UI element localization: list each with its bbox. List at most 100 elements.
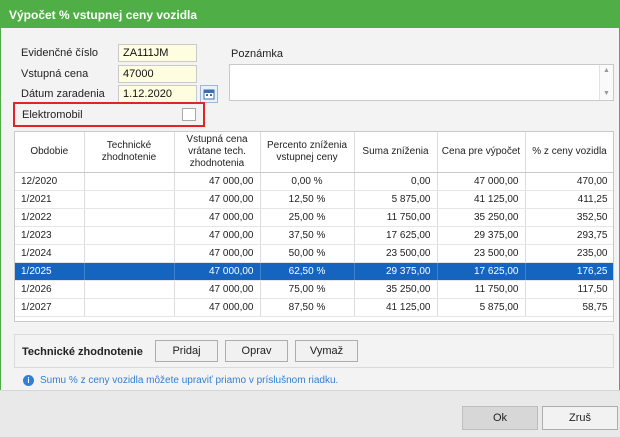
cell-suma-znizenia: 17 625,00	[354, 226, 438, 245]
cell-vstupna-cena: 47 000,00	[174, 280, 261, 299]
cell-vstupna-cena: 47 000,00	[174, 298, 261, 317]
column-header[interactable]: Percento zníženia vstupnej ceny	[260, 132, 355, 173]
table-row[interactable]: 1/2022 47 000,00 25,00 % 11 750,00 35 25…	[15, 208, 613, 227]
scroll-up-icon: ▲	[603, 67, 610, 74]
elektromobil-checkbox[interactable]	[182, 108, 196, 121]
cell-percent-z-ceny[interactable]: 117,50	[525, 280, 613, 299]
vstupna-cena-field[interactable]: 47000	[118, 65, 197, 83]
cell-suma-znizenia: 11 750,00	[354, 208, 438, 227]
cell-obdobie: 12/2020	[15, 172, 85, 191]
cell-technicke-zhodnotenie[interactable]	[84, 172, 175, 191]
table-row[interactable]: 1/2021 47 000,00 12,50 % 5 875,00 41 125…	[15, 190, 613, 209]
column-header[interactable]: Suma zníženia	[354, 132, 438, 173]
info-icon: i	[23, 375, 34, 386]
cell-cena-pre-vypocet: 11 750,00	[437, 280, 526, 299]
cell-percent-z-ceny[interactable]: 352,50	[525, 208, 613, 227]
cell-obdobie: 1/2022	[15, 208, 85, 227]
cell-technicke-zhodnotenie[interactable]	[84, 190, 175, 209]
vstupna-cena-label: Vstupná cena	[21, 68, 89, 80]
cell-percent-z-ceny[interactable]: 293,75	[525, 226, 613, 245]
cell-cena-pre-vypocet: 29 375,00	[437, 226, 526, 245]
cell-percent-z-ceny[interactable]: 58,75	[525, 298, 613, 317]
cell-vstupna-cena: 47 000,00	[174, 226, 261, 245]
cell-percento: 87,50 %	[260, 298, 355, 317]
column-header[interactable]: Technické zhodnotenie	[84, 132, 175, 173]
cell-percento: 37,50 %	[260, 226, 355, 245]
cell-suma-znizenia: 29 375,00	[354, 262, 438, 281]
datum-zaradenia-field[interactable]: 1.12.2020	[118, 85, 197, 103]
ok-button[interactable]: Ok	[462, 406, 538, 430]
evidencne-cislo-label: Evidenčné číslo	[21, 47, 99, 59]
cell-percent-z-ceny[interactable]: 411,25	[525, 190, 613, 209]
table-row[interactable]: 1/2027 47 000,00 87,50 % 41 125,00 5 875…	[15, 298, 613, 317]
poznamka-textarea[interactable]: ▲ ▼	[229, 64, 614, 101]
cell-technicke-zhodnotenie[interactable]	[84, 298, 175, 317]
vymaz-button[interactable]: Vymaž	[295, 340, 358, 362]
cell-obdobie: 1/2021	[15, 190, 85, 209]
cell-vstupna-cena: 47 000,00	[174, 208, 261, 227]
cell-cena-pre-vypocet: 17 625,00	[437, 262, 526, 281]
elektromobil-label: Elektromobil	[22, 109, 83, 121]
cell-percento: 62,50 %	[260, 262, 355, 281]
cell-vstupna-cena: 47 000,00	[174, 244, 261, 263]
cell-suma-znizenia: 35 250,00	[354, 280, 438, 299]
cell-technicke-zhodnotenie[interactable]	[84, 226, 175, 245]
oprav-button[interactable]: Oprav	[225, 340, 288, 362]
table-header-row: Obdobie Technické zhodnotenie Vstupná ce…	[15, 132, 613, 173]
cell-vstupna-cena: 47 000,00	[174, 190, 261, 209]
column-header[interactable]: % z ceny vozidla	[525, 132, 613, 173]
cell-vstupna-cena: 47 000,00	[174, 262, 261, 281]
cell-percent-z-ceny[interactable]: 176,25	[525, 262, 613, 281]
table-row[interactable]: 1/2026 47 000,00 75,00 % 35 250,00 11 75…	[15, 280, 613, 299]
calendar-icon	[203, 89, 215, 100]
cell-percent-z-ceny[interactable]: 235,00	[525, 244, 613, 263]
cancel-button[interactable]: Zruš	[542, 406, 618, 430]
cell-obdobie: 1/2023	[15, 226, 85, 245]
technicke-zhodnotenie-title: Technické zhodnotenie	[22, 346, 143, 358]
column-header[interactable]: Cena pre výpočet	[437, 132, 526, 173]
cell-percento: 25,00 %	[260, 208, 355, 227]
column-header[interactable]: Obdobie	[15, 132, 85, 173]
table-row[interactable]: 1/2024 47 000,00 50,00 % 23 500,00 23 50…	[15, 244, 613, 263]
table-row[interactable]: 1/2025 47 000,00 62,50 % 29 375,00 17 62…	[15, 262, 613, 281]
cell-technicke-zhodnotenie[interactable]	[84, 208, 175, 227]
elektromobil-highlight: Elektromobil	[13, 102, 205, 127]
depreciation-table: Obdobie Technické zhodnotenie Vstupná ce…	[14, 131, 614, 322]
cell-cena-pre-vypocet: 47 000,00	[437, 172, 526, 191]
poznamka-label: Poznámka	[231, 48, 283, 60]
cell-percent-z-ceny[interactable]: 470,00	[525, 172, 613, 191]
cell-technicke-zhodnotenie[interactable]	[84, 280, 175, 299]
cell-obdobie: 1/2024	[15, 244, 85, 263]
calendar-button[interactable]	[200, 85, 218, 103]
cell-obdobie: 1/2027	[15, 298, 85, 317]
cell-cena-pre-vypocet: 23 500,00	[437, 244, 526, 263]
cell-technicke-zhodnotenie[interactable]	[84, 244, 175, 263]
pridaj-button[interactable]: Pridaj	[155, 340, 218, 362]
info-text: Sumu % z ceny vozidla môžete upraviť pri…	[40, 375, 339, 386]
cell-cena-pre-vypocet: 35 250,00	[437, 208, 526, 227]
dialog-window: Výpočet % vstupnej ceny vozidla Evidenčn…	[0, 0, 620, 437]
scroll-down-icon: ▼	[603, 90, 610, 97]
poznamka-scrollbar[interactable]: ▲ ▼	[599, 65, 613, 100]
table-row[interactable]: 12/2020 47 000,00 0,00 % 0,00 47 000,00 …	[15, 172, 613, 191]
evidencne-cislo-field[interactable]: ZA111JM	[118, 44, 197, 62]
cell-percento: 0,00 %	[260, 172, 355, 191]
cell-suma-znizenia: 0,00	[354, 172, 438, 191]
cell-obdobie: 1/2026	[15, 280, 85, 299]
column-header[interactable]: Vstupná cena vrátane tech. zhodnotenia	[174, 132, 261, 173]
cell-percento: 75,00 %	[260, 280, 355, 299]
cell-technicke-zhodnotenie[interactable]	[84, 262, 175, 281]
cell-suma-znizenia: 5 875,00	[354, 190, 438, 209]
cell-cena-pre-vypocet: 5 875,00	[437, 298, 526, 317]
datum-zaradenia-label: Dátum zaradenia	[21, 88, 105, 100]
window-title: Výpočet % vstupnej ceny vozidla	[0, 0, 620, 28]
cell-suma-znizenia: 41 125,00	[354, 298, 438, 317]
technicke-zhodnotenie-panel: Technické zhodnotenie Pridaj Oprav Vymaž	[14, 334, 614, 368]
dialog-content: Evidenčné číslo ZA111JM Vstupná cena 470…	[0, 28, 620, 390]
dialog-footer: Ok Zruš	[0, 390, 620, 437]
table-row[interactable]: 1/2023 47 000,00 37,50 % 17 625,00 29 37…	[15, 226, 613, 245]
cell-suma-znizenia: 23 500,00	[354, 244, 438, 263]
cell-cena-pre-vypocet: 41 125,00	[437, 190, 526, 209]
cell-percento: 12,50 %	[260, 190, 355, 209]
cell-obdobie: 1/2025	[15, 262, 85, 281]
